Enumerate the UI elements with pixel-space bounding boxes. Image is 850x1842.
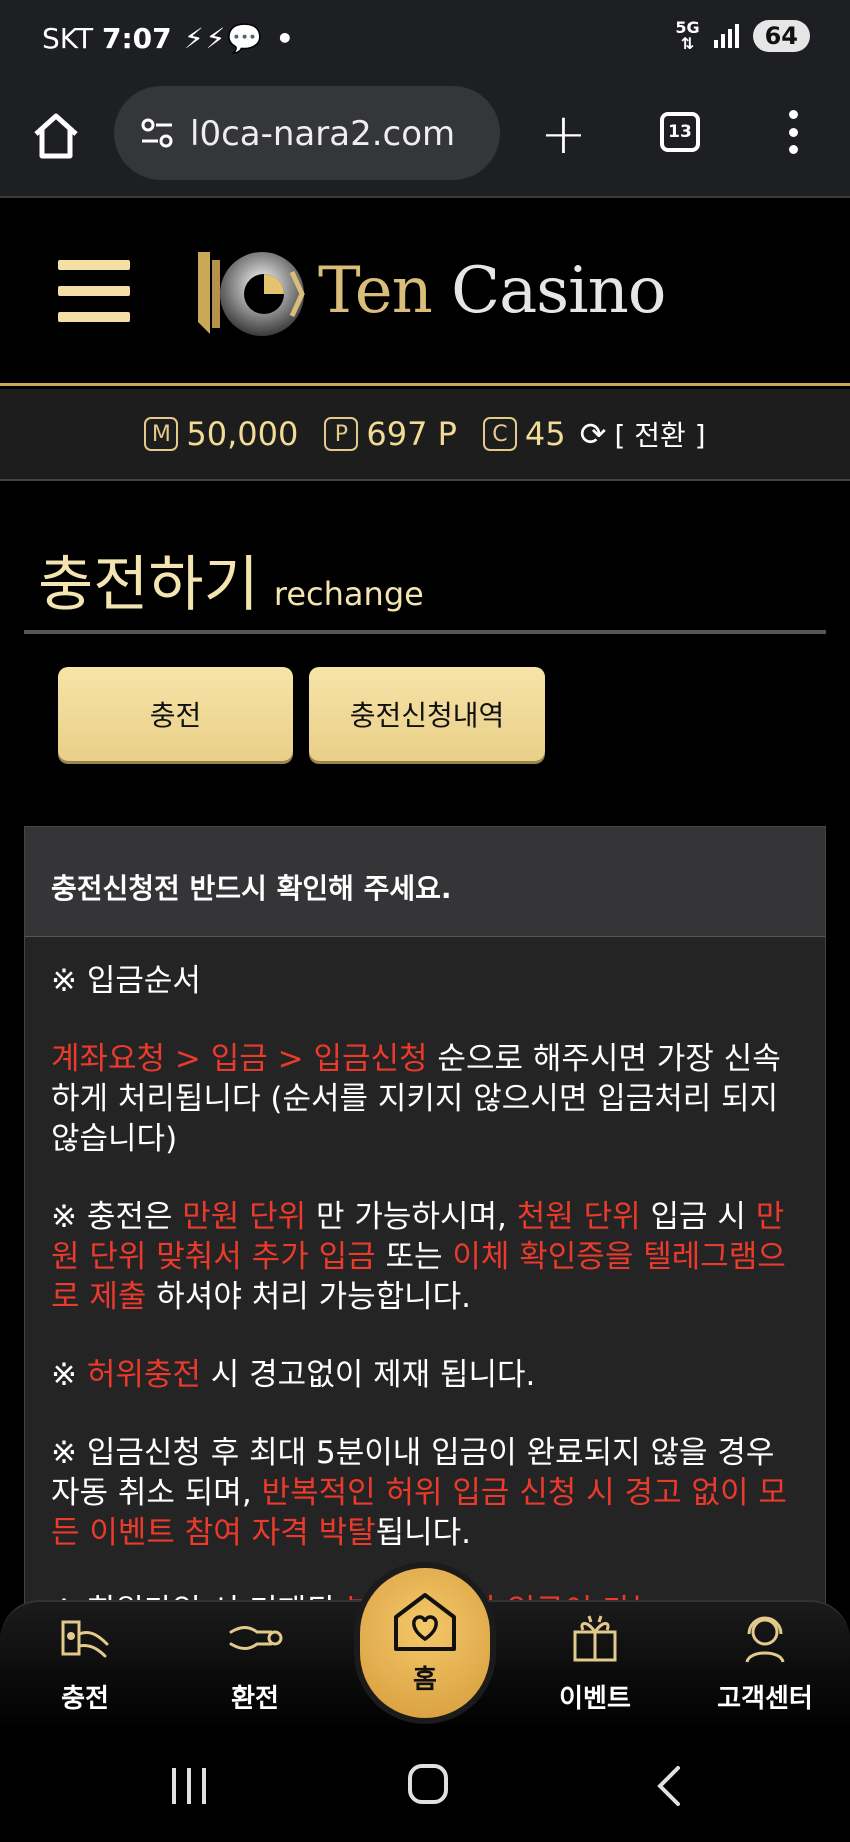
notice-false-charge: ※ 허위충전 시 경고없이 제재 됩니다. [51, 1355, 799, 1395]
site-settings-icon[interactable] [138, 114, 176, 152]
balance-bar: M 50,000 P 697 P C 45 ⟳ [ 전환 ] [0, 389, 850, 481]
hamburger-menu-icon[interactable] [58, 260, 130, 322]
switch-button[interactable]: [ 전환 ] [614, 414, 705, 454]
status-right: 5G ⇅ 64 [675, 20, 810, 52]
refresh-icon[interactable]: ⟳ [580, 415, 607, 453]
nav-charge[interactable]: 충전 [30, 1612, 140, 1715]
notice-red-text: 천원 단위 [516, 1199, 641, 1235]
nav-event[interactable]: 이벤트 [540, 1612, 650, 1715]
page-title-korean: 충전하기 [38, 550, 259, 620]
notice-text: 만 가능하시며, [306, 1199, 517, 1235]
notice-text: 됩니다. [375, 1515, 472, 1551]
nav-home-label: 홈 [413, 1664, 437, 1695]
logo-casino: Casino [451, 254, 666, 328]
notice-text: ※ 충전은 [51, 1199, 183, 1235]
notice-text: 시 경고없이 제재 됩니다. [200, 1357, 536, 1393]
page-title-english: rechange [273, 575, 424, 613]
notice-deposit-order-title: ※ 입금순서 [51, 963, 201, 999]
status-time: SKT 7:07 [42, 22, 172, 55]
status-bar: SKT 7:07 ⚡⚡💬 • 5G ⇅ 64 [0, 0, 850, 80]
nav-event-label: 이벤트 [559, 1684, 631, 1714]
network-label: 5G [675, 18, 700, 37]
point-balance: 697 P [366, 415, 457, 453]
page-title: 충전하기 rechange [38, 536, 424, 623]
network-icon: 5G ⇅ [675, 18, 700, 53]
logo-text: Ten Casino [318, 254, 666, 328]
clock: 7:07 [101, 22, 172, 55]
charge-history-button[interactable]: 충전신청내역 [309, 667, 545, 761]
notice-red-text: 허위충전 [86, 1357, 201, 1393]
carrier-label: SKT [42, 22, 94, 55]
charge-tab-button[interactable]: 충전 [58, 667, 293, 761]
system-nav-bar [0, 1730, 850, 1842]
new-tab-button[interactable]: + [540, 107, 587, 163]
headset-icon [745, 1616, 785, 1663]
gift-icon [573, 1615, 617, 1662]
coin-icon: C [482, 417, 517, 451]
notice-text: 하셔야 처리 가능합니다. [146, 1279, 472, 1315]
logo-ten: Ten [318, 254, 433, 328]
money-icon: M [144, 417, 179, 451]
nav-home-button[interactable]: 홈 [360, 1568, 490, 1718]
notice-text: ※ [51, 1357, 87, 1393]
browser-menu-icon[interactable] [786, 110, 800, 154]
notice-red-text: 계좌요청 > 입금 > 입금신청 [51, 1041, 428, 1077]
hand-coin-icon [61, 1620, 109, 1658]
site-header: Ten Casino [0, 200, 850, 386]
system-home-icon[interactable] [408, 1764, 448, 1804]
notice-deposit-order: 계좌요청 > 입금 > 입금신청 순으로 해주시면 가장 신속하게 처리됩니다 … [51, 1039, 799, 1159]
hand-money-icon [229, 1626, 283, 1650]
money-balance: 50,000 [186, 415, 299, 453]
recent-apps-icon[interactable] [172, 1768, 206, 1804]
browser-toolbar: l0ca-nara2.com + 13 [0, 80, 850, 198]
notice-auto-cancel: ※ 입금신청 후 최대 5분이내 입금이 완료되지 않을 경우 자동 취소 되며… [51, 1433, 799, 1553]
notice-red-text: 만원 단위 [182, 1199, 307, 1235]
url-text[interactable]: l0ca-nara2.com [190, 114, 455, 154]
coin-balance: 45 [524, 415, 566, 453]
nav-charge-label: 충전 [61, 1684, 109, 1714]
signal-icon [713, 24, 739, 48]
logo[interactable]: Ten Casino [194, 242, 666, 342]
nav-exchange[interactable]: 환전 [200, 1612, 310, 1715]
point-icon: P [324, 417, 359, 451]
nav-exchange-label: 환전 [231, 1684, 279, 1714]
logo-emblem-icon [198, 252, 305, 336]
tab-switcher-button[interactable]: 13 [660, 112, 700, 152]
nav-support[interactable]: 고객센터 [710, 1612, 820, 1715]
address-bar[interactable]: l0ca-nara2.com [114, 86, 500, 180]
title-divider [24, 630, 826, 634]
notice-text: 입금 시 [640, 1199, 756, 1235]
notification-icons: ⚡⚡💬 • [184, 22, 296, 55]
notice-box: 충전신청전 반드시 확인해 주세요. ※ 입금순서 계좌요청 > 입금 > 입금… [24, 826, 826, 1626]
notice-text: 또는 [375, 1239, 453, 1275]
home-heart-icon [394, 1592, 456, 1651]
nav-support-label: 고객센터 [717, 1684, 813, 1714]
notice-unit-rule: ※ 충전은 만원 단위 만 가능하시며, 천원 단위 입금 시 만원 단위 맞춰… [51, 1197, 799, 1317]
back-icon[interactable] [654, 1764, 684, 1808]
battery-icon: 64 [752, 20, 810, 52]
notice-heading: 충전신청전 반드시 확인해 주세요. [25, 827, 825, 937]
home-icon[interactable] [30, 110, 82, 162]
notice-body: ※ 입금순서 계좌요청 > 입금 > 입금신청 순으로 해주시면 가장 신속하게… [25, 937, 825, 1625]
